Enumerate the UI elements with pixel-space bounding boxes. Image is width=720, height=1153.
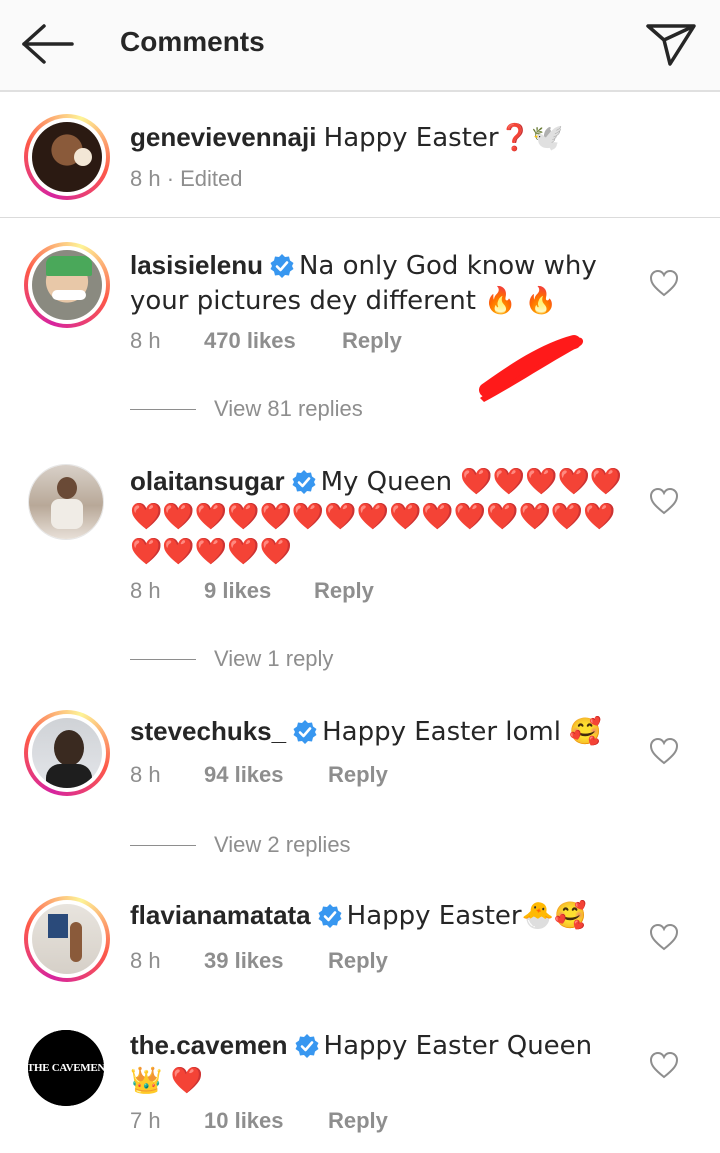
comment-text: Happy Easter loml 🥰 [322,717,602,747]
back-button[interactable] [18,20,78,68]
avatar[interactable] [24,242,110,328]
heart-outline-icon [649,487,679,515]
view-replies-button[interactable]: View 2 replies [130,832,351,858]
avatar[interactable]: THE CAVEMEN [28,1030,104,1106]
caption-meta: 8 h · Edited [130,166,243,191]
reply-button[interactable]: Reply [314,578,374,604]
avatar[interactable] [28,464,104,540]
verified-badge-icon [292,470,316,494]
avatar[interactable] [24,114,110,200]
comment-time: 8 h [130,762,161,787]
paper-plane-icon [646,24,696,66]
like-button[interactable] [648,1050,680,1080]
red-scribble-mark [479,335,584,402]
like-button[interactable] [648,486,680,516]
username[interactable]: genevievennaji [130,122,316,152]
comment-text: Happy Easter🐣🥰 [346,901,587,931]
likes-count[interactable]: 10 likes [204,1108,328,1134]
divider-line [130,408,196,410]
likes-count[interactable]: 39 likes [204,948,328,974]
heart-outline-icon [649,923,679,951]
comment-time: 8 h [130,948,161,973]
heart-outline-icon [649,269,679,297]
view-replies-button[interactable]: View 81 replies [130,396,363,422]
verified-badge-icon [270,254,294,278]
reply-button[interactable]: Reply [328,762,388,788]
comment-time: 8 h [130,328,161,353]
like-button[interactable] [648,922,680,952]
like-button[interactable] [648,268,680,298]
likes-count[interactable]: 470 likes [204,328,342,354]
divider-line [130,658,196,660]
username[interactable]: the.cavemen [130,1030,288,1060]
reply-button[interactable]: Reply [328,1108,388,1134]
likes-count[interactable]: 9 likes [204,578,314,604]
verified-badge-icon [318,904,342,928]
reply-button[interactable]: Reply [342,328,402,354]
view-replies-button[interactable]: View 1 reply [130,646,333,672]
avatar-logo-text: THE CAVEMEN [28,1062,104,1074]
post-caption: genevievennaji Happy Easter❓🕊️ 8 h · Edi… [0,94,720,218]
share-button[interactable] [640,18,700,68]
comment-time: 8 h [130,578,161,603]
avatar[interactable] [24,710,110,796]
heart-outline-icon [649,737,679,765]
heart-outline-icon [649,1051,679,1079]
like-button[interactable] [648,736,680,766]
username[interactable]: stevechuks_ [130,716,286,746]
divider-line [130,844,196,846]
verified-badge-icon [295,1034,319,1058]
page-title: Comments [120,26,265,57]
reply-button[interactable]: Reply [328,948,388,974]
avatar[interactable] [24,896,110,982]
likes-count[interactable]: 94 likes [204,762,328,788]
username[interactable]: flavianamatata [130,900,311,930]
arrow-left-icon [22,24,74,64]
comment-time: 7 h [130,1108,161,1133]
top-bar: Comments [0,0,720,92]
username[interactable]: olaitansugar [130,466,285,496]
username[interactable]: lasisielenu [130,250,263,280]
verified-badge-icon [293,720,317,744]
caption-text: Happy Easter❓🕊️ [323,123,564,153]
